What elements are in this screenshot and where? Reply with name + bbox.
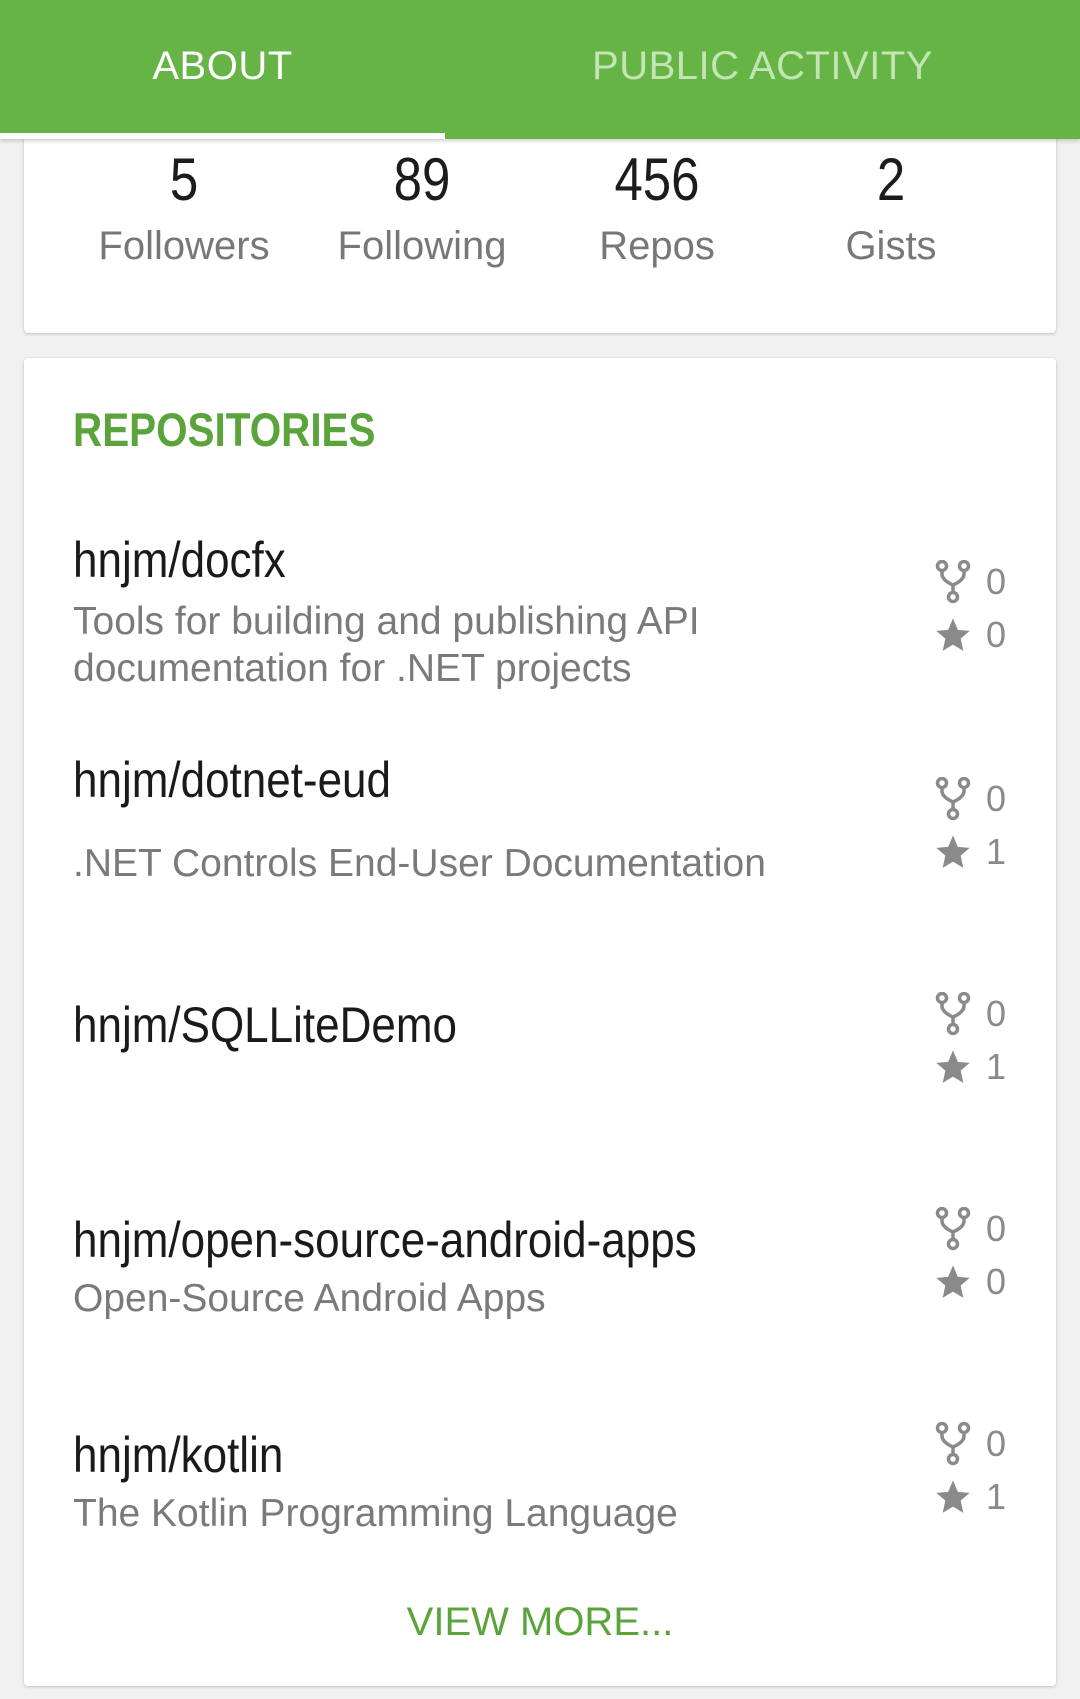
star-stat: 0 xyxy=(932,1260,1006,1304)
fork-stat: 0 xyxy=(932,992,1006,1036)
stat-following[interactable]: 89 Following xyxy=(307,140,537,272)
repo-item[interactable]: hnjm/docfx Tools for building and publis… xyxy=(24,520,1056,700)
repo-item[interactable]: hnjm/kotlin The Kotlin Programming Langu… xyxy=(24,1415,1056,1565)
repo-description: Tools for building and publishing API do… xyxy=(73,600,700,690)
star-count: 0 xyxy=(986,614,1007,655)
repo-description: Open-Source Android Apps xyxy=(73,1277,546,1320)
repo-description: The Kotlin Programming Language xyxy=(73,1492,678,1535)
repo-item[interactable]: hnjm/dotnet-eud .NET Controls End-User D… xyxy=(24,740,1056,900)
fork-count: 0 xyxy=(986,561,1007,602)
star-stat: 1 xyxy=(932,1475,1006,1519)
fork-stat: 0 xyxy=(932,1422,1006,1466)
tab-about-label: ABOUT xyxy=(152,44,293,88)
repo-description: .NET Controls End-User Documentation xyxy=(73,842,766,885)
star-count: 0 xyxy=(986,1261,1007,1302)
star-stat: 0 xyxy=(932,613,1006,657)
tab-public-activity[interactable]: PUBLIC ACTIVITY xyxy=(445,0,1080,139)
repo-item[interactable]: hnjm/open-source-android-apps Open-Sourc… xyxy=(24,1200,1056,1350)
star-stat: 1 xyxy=(932,1045,1006,1089)
stat-followers[interactable]: 5 Followers xyxy=(69,140,299,272)
repo-name: hnjm/open-source-android-apps xyxy=(73,1212,697,1268)
repos-count: 456 xyxy=(614,146,700,213)
repo-name: hnjm/docfx xyxy=(73,532,286,588)
followers-label: Followers xyxy=(98,224,270,268)
star-icon xyxy=(932,1260,974,1304)
repo-name: hnjm/kotlin xyxy=(73,1427,284,1483)
followers-count: 5 xyxy=(169,146,199,213)
fork-count: 0 xyxy=(986,1423,1007,1464)
stat-repos[interactable]: 456 Repos xyxy=(542,140,772,272)
star-count: 1 xyxy=(986,831,1007,872)
fork-count: 0 xyxy=(986,778,1007,819)
tab-bar: ABOUT PUBLIC ACTIVITY xyxy=(0,0,1080,139)
fork-icon xyxy=(932,560,974,604)
repo-name: hnjm/dotnet-eud xyxy=(73,752,391,808)
star-icon xyxy=(932,1475,974,1519)
star-stat: 1 xyxy=(932,830,1006,874)
fork-icon xyxy=(932,992,974,1036)
tab-public-activity-label: PUBLIC ACTIVITY xyxy=(592,44,933,88)
gists-label: Gists xyxy=(845,224,937,268)
fork-icon xyxy=(932,1422,974,1466)
star-icon xyxy=(932,830,974,874)
fork-stat: 0 xyxy=(932,1207,1006,1251)
star-count: 1 xyxy=(986,1476,1007,1517)
repo-name: hnjm/SQLLiteDemo xyxy=(73,997,457,1053)
star-count: 1 xyxy=(986,1046,1007,1087)
fork-stat: 0 xyxy=(932,560,1006,604)
fork-icon xyxy=(932,777,974,821)
view-more-button[interactable]: VIEW MORE... xyxy=(24,1600,1056,1645)
stat-gists[interactable]: 2 Gists xyxy=(776,140,1006,272)
star-icon xyxy=(932,1045,974,1089)
star-icon xyxy=(932,613,974,657)
fork-count: 0 xyxy=(986,1208,1007,1249)
gists-count: 2 xyxy=(876,146,906,213)
tab-indicator xyxy=(0,133,445,139)
fork-count: 0 xyxy=(986,993,1007,1034)
following-count: 89 xyxy=(393,146,451,213)
repos-label: Repos xyxy=(599,224,715,268)
fork-icon xyxy=(932,1207,974,1251)
following-label: Following xyxy=(337,224,507,268)
tab-about[interactable]: ABOUT xyxy=(0,0,445,139)
fork-stat: 0 xyxy=(932,777,1006,821)
repositories-title: REPOSITORIES xyxy=(73,403,376,456)
repo-item[interactable]: hnjm/SQLLiteDemo 0 1 xyxy=(24,985,1056,1115)
